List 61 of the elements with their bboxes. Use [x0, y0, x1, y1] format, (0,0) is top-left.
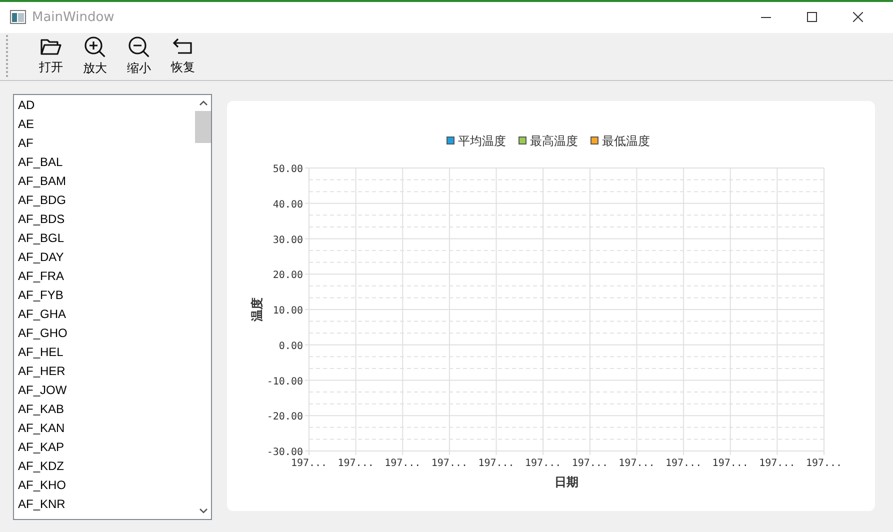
y-tick-label: 10.00 [272, 306, 303, 316]
y-axis-title: 温度 [250, 298, 264, 322]
x-tick-label: 197... [478, 458, 514, 469]
y-tick-label: -30.00 [266, 447, 303, 458]
restore-button[interactable]: 恢复 [161, 33, 205, 80]
list-item[interactable]: AF_GHA [14, 305, 195, 324]
folder-icon [40, 36, 62, 57]
list-item[interactable]: AF_KDZ [14, 457, 195, 476]
y-tick-label: 0.00 [278, 340, 303, 352]
y-tick-label: 20.00 [272, 270, 303, 282]
list-item[interactable]: AF_JOW [14, 381, 195, 400]
scroll-thumb[interactable] [195, 111, 211, 143]
legend-label: 平均温度 [458, 134, 506, 148]
legend-label: 最高温度 [530, 134, 578, 148]
scroll-down-icon[interactable] [198, 508, 208, 514]
list-item[interactable]: AE [14, 115, 195, 134]
y-tick-label: 30.00 [272, 234, 303, 246]
close-icon[interactable] [853, 12, 863, 22]
list-item[interactable]: AF_KAB [14, 400, 195, 419]
list-item[interactable]: AF_BDG [14, 191, 195, 210]
zoom-in-icon [84, 36, 106, 58]
y-tick-label: 40.00 [272, 199, 303, 210]
window-title: MainWindow [32, 10, 114, 25]
list-item[interactable]: AF_KHO [14, 476, 195, 495]
list-item[interactable]: AF [14, 134, 195, 153]
maximize-icon[interactable] [807, 12, 817, 22]
list-item[interactable]: AF_BAM [14, 172, 195, 191]
list-item[interactable]: AF_BAL [14, 153, 195, 172]
x-tick-label: 197... [431, 458, 468, 469]
x-tick-label: 197... [618, 458, 655, 469]
scroll-up-icon[interactable] [198, 100, 208, 106]
list-item[interactable]: AF_DAY [14, 248, 195, 267]
x-axis-title: 日期 [554, 475, 578, 489]
x-tick-label: 197... [290, 458, 328, 469]
zoom-out-icon [128, 36, 150, 58]
x-tick-label: 197... [525, 458, 562, 469]
open-button[interactable]: 打开 [29, 33, 73, 80]
list-item[interactable]: AF_KAP [14, 438, 195, 457]
x-tick-label: 197... [806, 458, 842, 469]
list-item[interactable]: AF_HEL [14, 343, 195, 362]
list-item[interactable]: AF_GHO [14, 324, 195, 343]
list-item[interactable]: AF_FYB [14, 286, 195, 305]
x-tick-label: 197... [665, 458, 702, 469]
list-item[interactable]: AF_HER [14, 362, 195, 381]
list-item[interactable]: AF_BGL [14, 229, 195, 248]
app-icon [10, 10, 26, 24]
list-item[interactable]: AF_KAN [14, 419, 195, 438]
x-tick-label: 197... [759, 458, 796, 469]
list-item[interactable]: AD [14, 96, 195, 115]
x-tick-label: 197... [384, 458, 421, 469]
x-tick-label: 197... [338, 458, 374, 469]
x-tick-label: 197... [712, 458, 748, 469]
y-tick-label: -10.00 [266, 376, 303, 388]
legend-label: 最低温度 [602, 134, 650, 148]
x-tick-label: 197... [572, 458, 608, 469]
list-item[interactable]: AF_KNR [14, 495, 195, 514]
y-tick-label: 50.00 [272, 164, 303, 175]
y-tick-label: -20.00 [266, 412, 303, 423]
list-item[interactable]: AF_FRA [14, 267, 195, 286]
list-item[interactable]: AF_BDS [14, 210, 195, 229]
undo-arrow-icon [172, 36, 194, 57]
